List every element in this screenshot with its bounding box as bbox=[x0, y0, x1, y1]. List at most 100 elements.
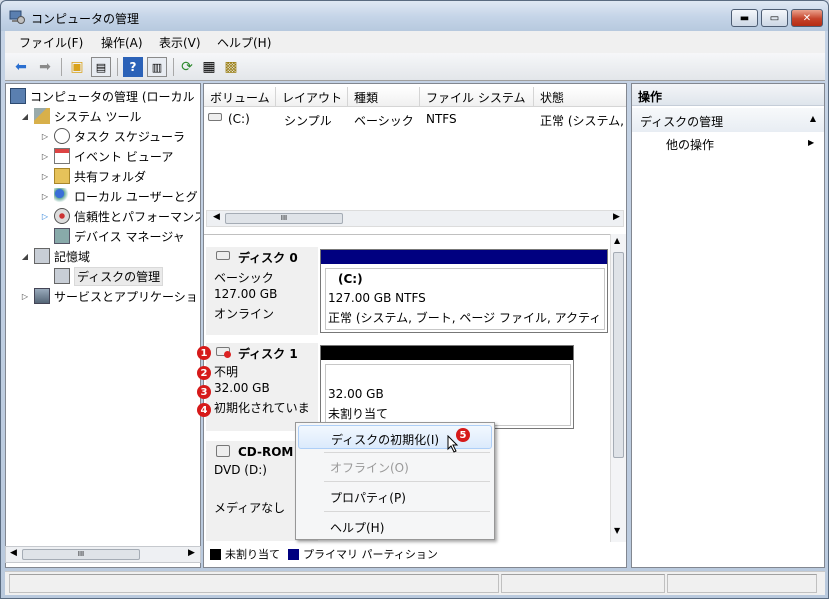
expand-arrow-icon[interactable]: ▷ bbox=[40, 192, 50, 201]
legend-unallocated-swatch bbox=[210, 548, 221, 560]
actions-section-label: ディスクの管理 bbox=[640, 115, 724, 129]
toolbar-separator bbox=[61, 58, 62, 76]
collapse-arrow-icon[interactable]: ◢ bbox=[20, 112, 30, 121]
properties-icon[interactable]: ▦ bbox=[199, 57, 219, 77]
menu-help[interactable]: ヘルプ(H) bbox=[217, 34, 271, 51]
expand-arrow-icon[interactable]: ▷ bbox=[40, 132, 50, 141]
actions-other-operations[interactable]: 他の操作 bbox=[666, 136, 714, 153]
disk1-unallocated[interactable]: 32.00 GB 未割り当て bbox=[320, 345, 574, 429]
status-cell bbox=[9, 574, 499, 593]
scrollbar-thumb[interactable]: III bbox=[22, 549, 140, 560]
scroll-down-icon[interactable]: ▼ bbox=[614, 526, 620, 535]
column-header-type[interactable]: 種類 bbox=[348, 87, 420, 107]
column-header-volume[interactable]: ボリューム bbox=[204, 87, 276, 107]
disk1-label[interactable]: ディスク 1 不明 32.00 GB 初期化されていま bbox=[206, 343, 318, 431]
collapse-arrow-icon[interactable]: ▲ bbox=[810, 114, 816, 123]
disk1-volume-size: 32.00 GB bbox=[328, 387, 384, 401]
tree-item-local-users[interactable]: ▷ ローカル ユーザーとグ bbox=[40, 186, 198, 206]
column-header-filesystem[interactable]: ファイル システム bbox=[420, 87, 534, 107]
annotation-badge-4: 4 bbox=[197, 403, 211, 417]
computer-management-icon bbox=[9, 10, 25, 24]
column-header-status[interactable]: 状態 bbox=[534, 87, 626, 107]
refresh-icon[interactable]: ⟳ bbox=[177, 57, 197, 77]
close-button[interactable]: ✕ bbox=[791, 9, 823, 27]
menu-item-offline[interactable]: オフライン(O) bbox=[298, 454, 492, 478]
scroll-right-icon[interactable]: ▶ bbox=[188, 548, 195, 558]
annotation-badge-3: 3 bbox=[197, 385, 211, 399]
title-bar[interactable]: コンピュータの管理 ▬ ▭ ✕ bbox=[1, 1, 828, 31]
tree-item-device-manager[interactable]: デバイス マネージャ bbox=[54, 226, 185, 246]
expand-arrow-icon[interactable]: ▷ bbox=[40, 172, 50, 181]
menu-item-help[interactable]: ヘルプ(H) bbox=[298, 514, 492, 538]
menu-file[interactable]: ファイル(F) bbox=[19, 34, 83, 51]
minimize-button[interactable]: ▬ bbox=[731, 9, 758, 27]
scroll-right-icon[interactable]: ▶ bbox=[613, 212, 620, 222]
tree-item-shared-folders[interactable]: ▷ 共有フォルダ bbox=[40, 166, 146, 186]
device-manager-icon bbox=[54, 228, 70, 244]
scrollbar-thumb[interactable] bbox=[613, 252, 624, 458]
drive-icon bbox=[208, 113, 222, 121]
tree-item-storage[interactable]: ◢ 記憶域 bbox=[20, 246, 90, 266]
legend-primary-swatch bbox=[288, 548, 299, 560]
toolbar-separator bbox=[117, 58, 118, 76]
export-list-icon[interactable]: ▩ bbox=[221, 57, 241, 77]
clock-icon bbox=[54, 128, 70, 144]
cdrom-drive: DVD (D:) bbox=[214, 463, 267, 477]
expand-arrow-icon[interactable]: ▷ bbox=[40, 212, 50, 221]
services-icon bbox=[34, 288, 50, 304]
cell-type: ベーシック bbox=[354, 114, 414, 128]
column-header-layout[interactable]: レイアウト bbox=[276, 87, 348, 107]
list-horizontal-scrollbar[interactable]: ◀ III ▶ bbox=[206, 210, 624, 227]
tree-item-label: タスク スケジューラ bbox=[74, 129, 185, 144]
status-bar bbox=[5, 571, 825, 595]
disk0-volume-c[interactable]: (C:) 127.00 GB NTFS 正常 (システム, ブート, ページ フ… bbox=[320, 249, 608, 333]
volume-c-status: 正常 (システム, ブート, ページ ファイル, アクティ bbox=[328, 311, 602, 325]
tree-item-system-tools[interactable]: ◢ システム ツール bbox=[20, 106, 141, 126]
scrollbar-thumb[interactable]: III bbox=[225, 213, 343, 224]
tree-item-event-viewer[interactable]: ▷ イベント ビューア bbox=[40, 146, 173, 166]
computer-management-icon bbox=[10, 88, 26, 104]
cell-filesystem: NTFS bbox=[426, 112, 457, 126]
performance-icon bbox=[54, 208, 70, 224]
cell-status: 正常 (システム, bbox=[540, 114, 624, 128]
tree-item-disk-management[interactable]: ディスクの管理 bbox=[54, 266, 164, 286]
menu-view[interactable]: 表示(V) bbox=[159, 34, 201, 51]
cdrom-media: メディアなし bbox=[214, 501, 286, 515]
maximize-button[interactable]: ▭ bbox=[761, 9, 788, 27]
tree-item-label: イベント ビューア bbox=[74, 149, 174, 164]
volume-c-label: (C:) bbox=[338, 272, 363, 286]
annotation-badge-1: 1 bbox=[197, 346, 211, 360]
help-icon[interactable]: ? bbox=[123, 57, 143, 77]
tree-item-reliability[interactable]: ▷ 信頼性とパフォーマンス bbox=[40, 206, 200, 226]
up-folder-icon[interactable]: ▣ bbox=[67, 57, 87, 77]
menu-item-properties[interactable]: プロパティ(P) bbox=[298, 484, 492, 508]
disk-vertical-scrollbar[interactable]: ▲ ▼ bbox=[610, 234, 626, 542]
collapse-arrow-icon[interactable]: ◢ bbox=[20, 252, 30, 261]
disk0-label[interactable]: ディスク 0 ベーシック 127.00 GB オンライン bbox=[206, 247, 318, 335]
scroll-left-icon[interactable]: ◀ bbox=[10, 548, 17, 558]
menu-action[interactable]: 操作(A) bbox=[101, 34, 143, 51]
menu-separator bbox=[324, 481, 490, 482]
back-icon[interactable]: ⬅ bbox=[11, 57, 31, 77]
storage-icon bbox=[34, 248, 50, 264]
expand-arrow-icon[interactable]: ▷ bbox=[20, 292, 30, 301]
table-row[interactable]: (C:) シンプル ベーシック NTFS 正常 (システム, bbox=[204, 110, 626, 128]
volume-info-box: (C:) 127.00 GB NTFS 正常 (システム, ブート, ページ フ… bbox=[325, 268, 605, 330]
disk0-state: オンライン bbox=[214, 307, 275, 321]
show-hide-action-pane-icon[interactable]: ▥ bbox=[147, 57, 167, 77]
toolbar-separator bbox=[173, 58, 174, 76]
tree-item-label: ディスクの管理 bbox=[74, 266, 164, 286]
scroll-left-icon[interactable]: ◀ bbox=[213, 212, 220, 222]
annotation-badge-2: 2 bbox=[197, 366, 211, 380]
tree-horizontal-scrollbar[interactable]: ◀ III ▶ bbox=[5, 546, 201, 563]
disk-management-icon bbox=[54, 268, 70, 284]
tree-item-task-scheduler[interactable]: ▷ タスク スケジューラ bbox=[40, 126, 185, 146]
scroll-up-icon[interactable]: ▲ bbox=[614, 236, 620, 245]
forward-icon[interactable]: ➡ bbox=[35, 57, 55, 77]
legend-unallocated-label: 未割り当て bbox=[225, 548, 280, 561]
actions-section-disk-management[interactable]: ディスクの管理 ▲ bbox=[632, 108, 824, 132]
tree-item-services-apps[interactable]: ▷ サービスとアプリケーショ bbox=[20, 286, 198, 306]
show-hide-tree-icon[interactable]: ▤ bbox=[91, 57, 111, 77]
expand-arrow-icon[interactable]: ▷ bbox=[40, 152, 50, 161]
tree-item-root[interactable]: コンピュータの管理 (ローカル bbox=[10, 86, 195, 106]
